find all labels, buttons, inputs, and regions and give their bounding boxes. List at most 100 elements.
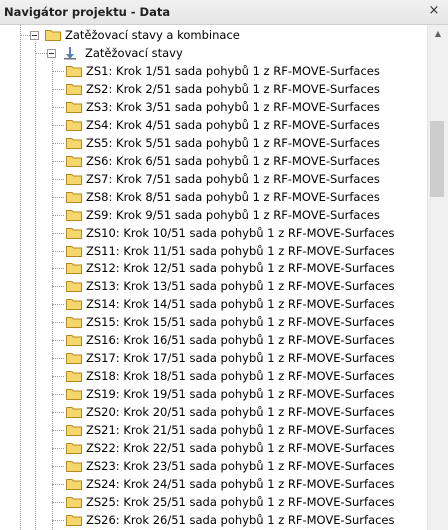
tree-item-load-case[interactable]: ZS19: Krok 19/51 sada pohybů 1 z RF-MOVE… (66, 385, 422, 403)
panel-title: Navigátor projektu - Data (4, 5, 171, 19)
folder-icon (66, 317, 82, 328)
tree-guide-line (52, 197, 64, 198)
tree-item-load-case[interactable]: ZS11: Krok 11/51 sada pohybů 1 z RF-MOVE… (66, 242, 422, 260)
tree-item-load-case[interactable]: ZS5: Krok 5/51 sada pohybů 1 z RF-MOVE-S… (66, 134, 422, 152)
tree-guide-line (52, 466, 64, 467)
tree-item-label: Zatěžovací stavy a kombinace (65, 28, 240, 42)
tree-item-label: ZS20: Krok 20/51 sada pohybů 1 z RF-MOVE… (86, 405, 395, 419)
tree-item-load-case[interactable]: ZS6: Krok 6/51 sada pohybů 1 z RF-MOVE-S… (66, 152, 422, 170)
tree-item-load-case[interactable]: ZS17: Krok 17/51 sada pohybů 1 z RF-MOVE… (66, 349, 422, 367)
tree-guide-line (52, 179, 64, 180)
tree-guide-line (52, 358, 64, 359)
tree-item-label: ZS17: Krok 17/51 sada pohybů 1 z RF-MOVE… (86, 351, 395, 365)
folder-icon (66, 443, 82, 454)
close-icon[interactable]: × (426, 3, 442, 19)
load-cases-icon (64, 47, 76, 60)
tree-item-label: ZS8: Krok 8/51 sada pohybů 1 z RF-MOVE-S… (86, 190, 380, 204)
tree-item-label: ZS12: Krok 12/51 sada pohybů 1 z RF-MOVE… (86, 261, 395, 275)
tree-item-load-cases-combinations[interactable]: Zatěžovací stavy a kombinace (45, 26, 425, 44)
tree-item-label: ZS7: Krok 7/51 sada pohybů 1 z RF-MOVE-S… (86, 172, 380, 186)
folder-icon (66, 246, 82, 257)
tree-item-load-case[interactable]: ZS12: Krok 12/51 sada pohybů 1 z RF-MOVE… (66, 259, 422, 277)
tree-guide-line (35, 53, 47, 54)
tree-guide-line (52, 61, 53, 530)
tree-item-load-case[interactable]: ZS7: Krok 7/51 sada pohybů 1 z RF-MOVE-S… (66, 170, 422, 188)
tree-item-load-case[interactable]: ZS9: Krok 9/51 sada pohybů 1 z RF-MOVE-S… (66, 206, 422, 224)
tree-guide-line (52, 251, 64, 252)
tree-item-load-case[interactable]: ZS18: Krok 18/51 sada pohybů 1 z RF-MOVE… (66, 367, 422, 385)
folder-icon (66, 497, 82, 508)
folder-icon (66, 281, 82, 292)
tree-guide-line (52, 520, 64, 521)
tree-guide-line (52, 215, 64, 216)
tree-item-load-case[interactable]: ZS3: Krok 3/51 sada pohybů 1 z RF-MOVE-S… (66, 98, 422, 116)
tree-item-load-case[interactable]: ZS26: Krok 26/51 sada pohybů 1 z RF-MOVE… (66, 511, 422, 529)
tree-guide-line (52, 484, 64, 485)
tree-item-label: ZS13: Krok 13/51 sada pohybů 1 z RF-MOVE… (86, 279, 395, 293)
panel-titlebar: Navigátor projektu - Data × (0, 0, 448, 25)
tree-item-label: ZS1: Krok 1/51 sada pohybů 1 z RF-MOVE-S… (86, 64, 380, 78)
tree-item-load-case[interactable]: ZS25: Krok 25/51 sada pohybů 1 z RF-MOVE… (66, 493, 422, 511)
tree-item-label: Zatěžovací stavy (85, 46, 183, 60)
tree-guide-line (52, 161, 64, 162)
folder-icon (66, 353, 82, 364)
tree-guide-line (52, 233, 64, 234)
tree-guide-line (20, 25, 21, 530)
tree-guide-line (52, 430, 64, 431)
folder-icon (66, 120, 82, 131)
folder-icon (45, 30, 61, 41)
tree-item-label: ZS23: Krok 23/51 sada pohybů 1 z RF-MOVE… (86, 459, 395, 473)
collapse-toggle[interactable] (30, 31, 39, 40)
tree-guide-line (35, 43, 36, 530)
tree-item-label: ZS5: Krok 5/51 sada pohybů 1 z RF-MOVE-S… (86, 136, 380, 150)
folder-icon (66, 192, 82, 203)
tree-item-load-case[interactable]: ZS2: Krok 2/51 sada pohybů 1 z RF-MOVE-S… (66, 80, 422, 98)
folder-icon (66, 174, 82, 185)
tree-item-label: ZS19: Krok 19/51 sada pohybů 1 z RF-MOVE… (86, 387, 395, 401)
tree-item-label: ZS24: Krok 24/51 sada pohybů 1 z RF-MOVE… (86, 477, 395, 491)
tree-item-load-cases[interactable]: Zatěžovací stavy (62, 44, 422, 62)
folder-icon (66, 156, 82, 167)
tree-item-load-case[interactable]: ZS24: Krok 24/51 sada pohybů 1 z RF-MOVE… (66, 475, 422, 493)
scrollbar-thumb[interactable] (430, 121, 444, 197)
scroll-up-arrow-icon[interactable]: ▲ (428, 25, 448, 42)
vertical-scrollbar[interactable]: ▲ (427, 25, 448, 530)
folder-icon (66, 138, 82, 149)
tree-item-label: ZS14: Krok 14/51 sada pohybů 1 z RF-MOVE… (86, 297, 395, 311)
tree-item-load-case[interactable]: ZS22: Krok 22/51 sada pohybů 1 z RF-MOVE… (66, 439, 422, 457)
tree-guide-line (52, 322, 64, 323)
tree-guide-line (52, 340, 64, 341)
tree-item-label: ZS9: Krok 9/51 sada pohybů 1 z RF-MOVE-S… (86, 208, 380, 222)
tree-guide-line (52, 376, 64, 377)
tree-item-load-case[interactable]: ZS23: Krok 23/51 sada pohybů 1 z RF-MOVE… (66, 457, 422, 475)
tree-item-label: ZS3: Krok 3/51 sada pohybů 1 z RF-MOVE-S… (86, 100, 380, 114)
folder-icon (66, 515, 82, 526)
folder-icon (66, 299, 82, 310)
tree-item-load-case[interactable]: ZS14: Krok 14/51 sada pohybů 1 z RF-MOVE… (66, 295, 422, 313)
tree-guide-line (52, 448, 64, 449)
folder-icon (66, 210, 82, 221)
tree-guide-line (52, 71, 64, 72)
folder-icon (66, 461, 82, 472)
folder-icon (66, 407, 82, 418)
folder-icon (66, 335, 82, 346)
tree-item-label: ZS22: Krok 22/51 sada pohybů 1 z RF-MOVE… (86, 441, 395, 455)
tree-guide-line (52, 89, 64, 90)
tree-item-load-case[interactable]: ZS4: Krok 4/51 sada pohybů 1 z RF-MOVE-S… (66, 116, 422, 134)
tree-item-load-case[interactable]: ZS1: Krok 1/51 sada pohybů 1 z RF-MOVE-S… (66, 62, 422, 80)
tree-item-label: ZS10: Krok 10/51 sada pohybů 1 z RF-MOVE… (86, 226, 395, 240)
tree-item-load-case[interactable]: ZS21: Krok 21/51 sada pohybů 1 z RF-MOVE… (66, 421, 422, 439)
project-navigator-tree[interactable]: Zatěžovací stavy a kombinace Zatěžovací … (0, 25, 427, 530)
tree-item-load-case[interactable]: ZS20: Krok 20/51 sada pohybů 1 z RF-MOVE… (66, 403, 422, 421)
tree-item-label: ZS26: Krok 26/51 sada pohybů 1 z RF-MOVE… (86, 513, 395, 527)
tree-item-load-case[interactable]: ZS16: Krok 16/51 sada pohybů 1 z RF-MOVE… (66, 331, 422, 349)
tree-guide-line (52, 143, 64, 144)
tree-item-label: ZS2: Krok 2/51 sada pohybů 1 z RF-MOVE-S… (86, 82, 380, 96)
tree-item-load-case[interactable]: ZS15: Krok 15/51 sada pohybů 1 z RF-MOVE… (66, 313, 422, 331)
tree-guide-line (52, 268, 64, 269)
tree-item-load-case[interactable]: ZS10: Krok 10/51 sada pohybů 1 z RF-MOVE… (66, 224, 422, 242)
tree-item-load-case[interactable]: ZS13: Krok 13/51 sada pohybů 1 z RF-MOVE… (66, 277, 422, 295)
tree-item-load-case[interactable]: ZS8: Krok 8/51 sada pohybů 1 z RF-MOVE-S… (66, 188, 422, 206)
tree-guide-line (52, 394, 64, 395)
collapse-toggle[interactable] (47, 49, 56, 58)
